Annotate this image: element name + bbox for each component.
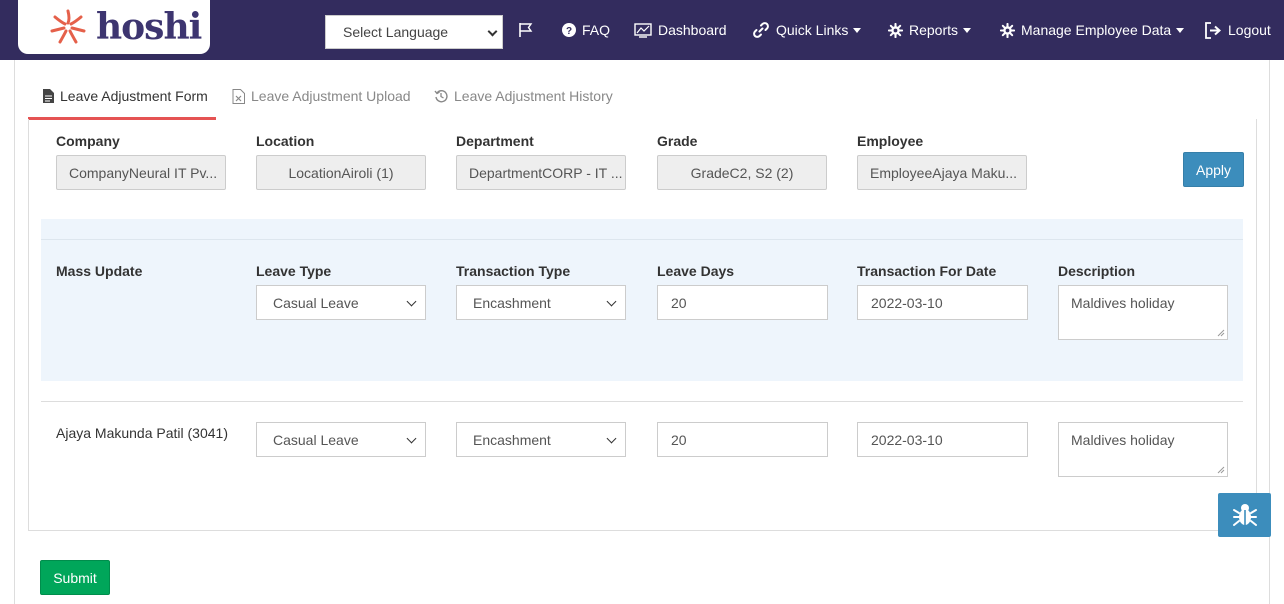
employee-label: Employee [857, 133, 924, 149]
resize-grip-icon[interactable] [1217, 329, 1225, 337]
location-value: LocationAiroli (1) [288, 164, 394, 181]
row-leave-type-select[interactable]: Casual Leave [256, 422, 426, 457]
company-value: CompanyNeural IT Pv... [69, 164, 218, 181]
grade-label: Grade [657, 133, 698, 149]
question-circle-icon: ? [562, 23, 576, 37]
chevron-down-icon [606, 296, 617, 307]
transaction-for-date-header: Transaction For Date [857, 263, 997, 279]
chevron-down-icon [487, 26, 498, 37]
hoshi-logo-icon [50, 9, 86, 44]
divider [41, 239, 1243, 240]
resize-grip-icon[interactable] [1217, 466, 1225, 474]
location-field[interactable]: LocationAiroli (1) [256, 155, 426, 190]
brand-name: hoshi [96, 6, 202, 48]
nav-dashboard-label: Dashboard [658, 22, 727, 38]
nav-reports[interactable]: Reports [888, 20, 972, 40]
input-value: 20 [671, 294, 687, 311]
logout-icon [1205, 21, 1222, 39]
nav-manage-employee-data-label: Manage Employee Data [1021, 22, 1172, 38]
history-icon [434, 90, 448, 103]
description-header: Description [1058, 263, 1136, 279]
input-value: 20 [671, 431, 687, 448]
mass-leave-days-input[interactable]: 20 [657, 285, 828, 320]
gear-icon [1000, 22, 1015, 38]
employee-field[interactable]: EmployeeAjaya Maku... [857, 155, 1027, 190]
chevron-down-icon [606, 433, 617, 444]
nav-quick-links-label: Quick Links [776, 22, 849, 38]
nav-quick-links[interactable]: Quick Links [752, 20, 862, 40]
document-icon [43, 89, 54, 103]
nav-logout[interactable]: Logout [1204, 20, 1271, 40]
transaction-type-header: Transaction Type [456, 263, 571, 279]
select-value: Casual Leave [273, 294, 359, 311]
leave-days-header: Leave Days [657, 263, 735, 279]
nav-dashboard[interactable]: Dashboard [634, 20, 727, 40]
grade-value: GradeC2, S2 (2) [690, 164, 794, 181]
brand-logo[interactable]: hoshi [18, 0, 210, 54]
row-leave-days-input[interactable]: 20 [657, 422, 828, 457]
company-field[interactable]: CompanyNeural IT Pv... [56, 155, 226, 190]
employee-row-name: Ajaya Makunda Patil (3041) [56, 425, 228, 441]
department-value: DepartmentCORP - IT ... [469, 164, 623, 181]
mass-leave-type-select[interactable]: Casual Leave [256, 285, 426, 320]
mass-description-textarea[interactable]: Maldives holiday [1058, 285, 1228, 340]
leave-type-header: Leave Type [256, 263, 332, 279]
tab-label: Leave Adjustment History [454, 88, 613, 104]
tab-label: Leave Adjustment Upload [251, 88, 411, 104]
submit-button[interactable]: Submit [40, 560, 110, 595]
chevron-down-icon [406, 433, 417, 444]
mass-transaction-date-input[interactable]: 2022-03-10 [857, 285, 1028, 320]
chevron-down-icon [406, 296, 417, 307]
nav-faq[interactable]: ? FAQ [562, 20, 610, 40]
mass-transaction-type-select[interactable]: Encashment [456, 285, 626, 320]
row-description-textarea[interactable]: Maldives holiday [1058, 422, 1228, 477]
company-label: Company [56, 133, 120, 149]
flag-icon [519, 23, 533, 37]
textarea-value: Maldives holiday [1071, 295, 1175, 311]
nav-logout-label: Logout [1228, 22, 1271, 38]
language-select[interactable]: Select Language [325, 15, 503, 49]
caret-down-icon [853, 27, 862, 33]
input-value: 2022-03-10 [871, 431, 943, 448]
dashboard-icon [634, 22, 652, 38]
tab-leave-adjustment-form[interactable]: Leave Adjustment Form [42, 76, 208, 116]
bug-icon [1232, 504, 1257, 526]
textarea-value: Maldives holiday [1071, 432, 1175, 448]
top-navbar: hoshi Select Language ? FAQ Dashboard Qu… [0, 0, 1284, 60]
svg-text:?: ? [566, 26, 572, 37]
flag-button[interactable] [518, 20, 540, 40]
department-label: Department [456, 133, 534, 149]
grade-field[interactable]: GradeC2, S2 (2) [657, 155, 827, 190]
link-icon [753, 22, 769, 38]
caret-down-icon [1176, 27, 1185, 33]
bug-report-button[interactable] [1218, 493, 1271, 537]
tab-leave-adjustment-history[interactable]: Leave Adjustment History [434, 76, 613, 116]
row-transaction-type-select[interactable]: Encashment [456, 422, 626, 457]
select-value: Casual Leave [273, 431, 359, 448]
tab-label: Leave Adjustment Form [60, 88, 208, 104]
location-label: Location [256, 133, 315, 149]
apply-button[interactable]: Apply [1183, 152, 1244, 187]
nav-faq-label: FAQ [582, 22, 611, 38]
select-value: Encashment [473, 431, 551, 448]
input-value: 2022-03-10 [871, 294, 943, 311]
caret-down-icon [963, 27, 972, 33]
divider [41, 401, 1243, 402]
nav-reports-label: Reports [909, 22, 959, 38]
tab-leave-adjustment-upload[interactable]: Leave Adjustment Upload [232, 76, 411, 116]
language-select-value: Select Language [343, 24, 449, 40]
excel-file-icon [232, 88, 245, 104]
nav-manage-employee-data[interactable]: Manage Employee Data [1000, 20, 1185, 40]
gear-icon [888, 22, 903, 38]
department-field[interactable]: DepartmentCORP - IT ... [456, 155, 626, 190]
mass-update-label: Mass Update [56, 263, 143, 279]
employee-value: EmployeeAjaya Maku... [870, 164, 1018, 181]
row-transaction-date-input[interactable]: 2022-03-10 [857, 422, 1028, 457]
select-value: Encashment [473, 294, 551, 311]
